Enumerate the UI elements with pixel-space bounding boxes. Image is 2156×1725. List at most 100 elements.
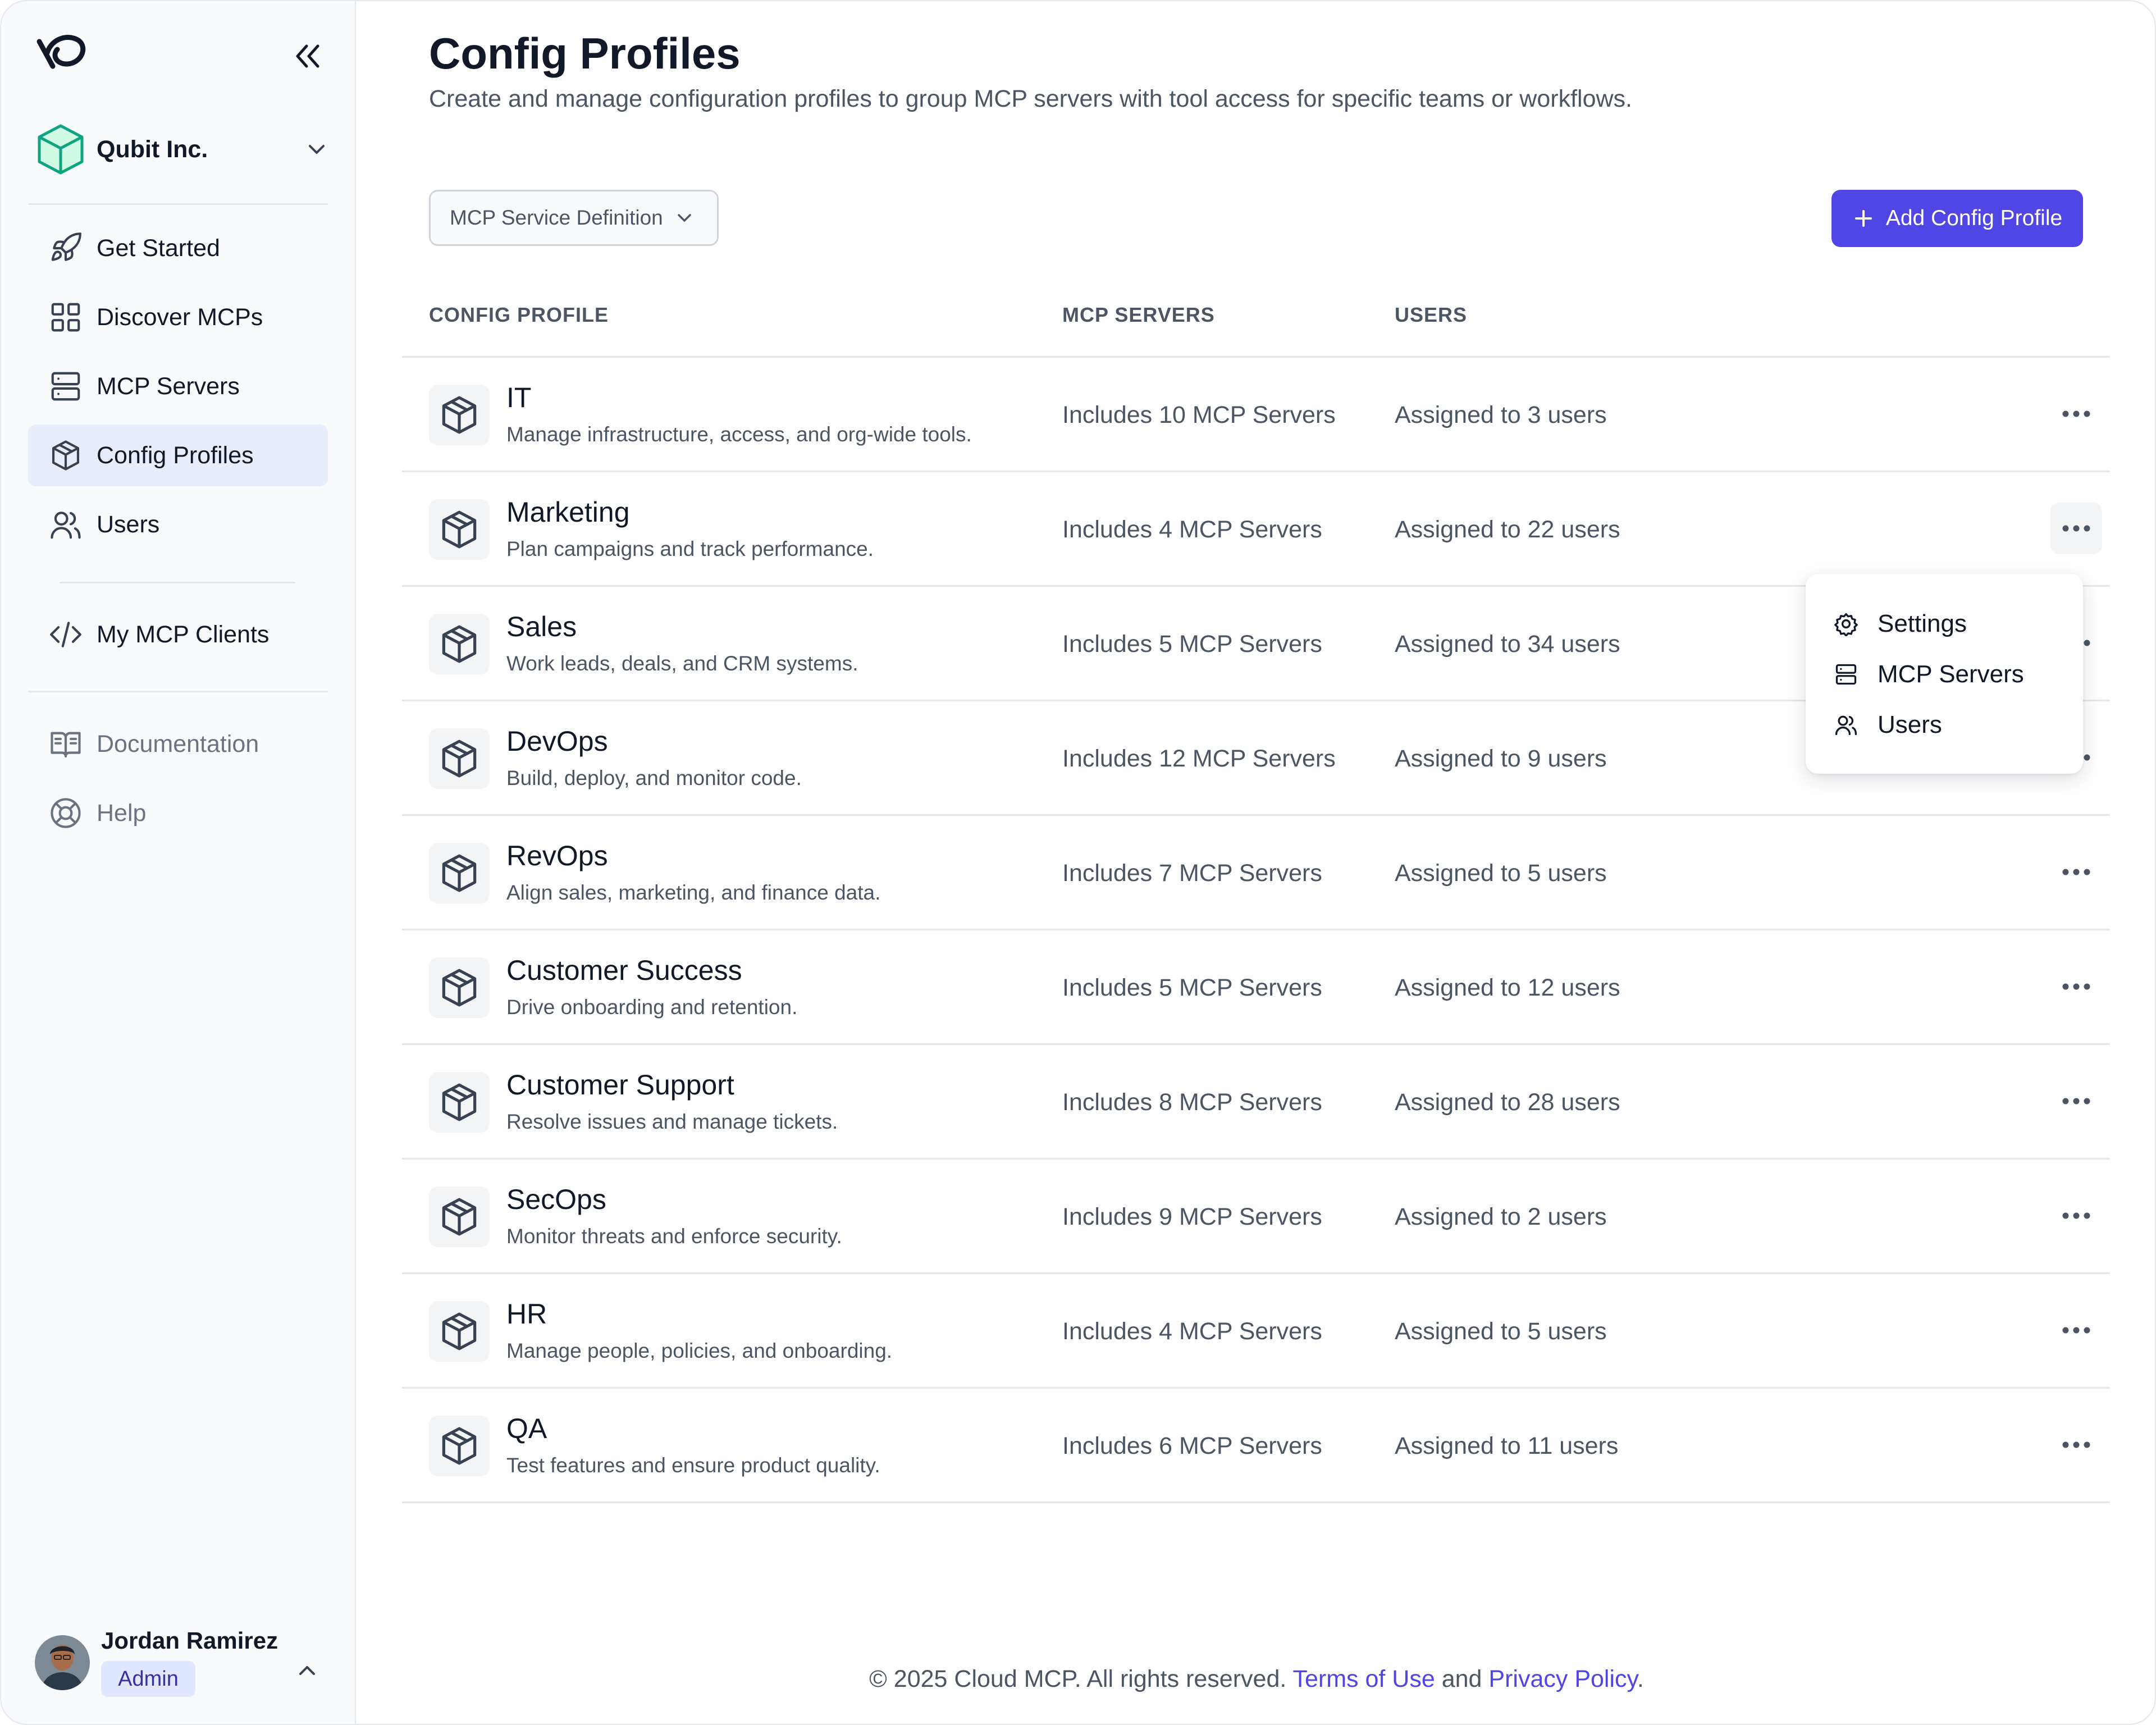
profile-name: Marketing (506, 496, 630, 528)
profile-name: IT (506, 382, 532, 413)
users-count: Assigned to 2 users (1395, 1203, 1607, 1230)
more-horizontal-icon (2062, 1212, 2091, 1220)
package-icon (429, 614, 490, 674)
more-horizontal-icon (2062, 410, 2091, 418)
more-actions-button[interactable] (2050, 1190, 2102, 1242)
server-icon (1835, 664, 1857, 685)
table-row[interactable]: Customer Support Resolve issues and manag… (402, 1043, 2110, 1158)
user-name: Jordan Ramirez (101, 1627, 278, 1654)
users-count: Assigned to 5 users (1395, 1318, 1607, 1345)
menu-item-label: Settings (1878, 610, 1967, 637)
sidebar-item-discover-mcps[interactable]: Discover MCPs (28, 286, 328, 348)
chevron-down-icon (309, 145, 325, 154)
mcp-servers-count: Includes 9 MCP Servers (1062, 1203, 1322, 1230)
avatar-image (35, 1635, 90, 1690)
sidebar-item-label: Discover MCPs (97, 303, 263, 331)
menu-item-label: MCP Servers (1878, 660, 2024, 688)
profile-description: Build, deploy, and monitor code. (506, 766, 802, 790)
table-row[interactable]: IT Manage infrastructure, access, and org… (402, 356, 2110, 471)
mcp-service-definition-dropdown[interactable]: MCP Service Definition (429, 190, 719, 246)
package-icon (429, 1301, 490, 1362)
users-count: Assigned to 34 users (1395, 631, 1620, 658)
more-actions-button[interactable] (2050, 503, 2102, 554)
sidebar-nav-tertiary: Documentation Help (28, 713, 328, 851)
collapse-sidebar-icon[interactable] (290, 40, 326, 72)
more-actions-button[interactable] (2050, 388, 2102, 440)
mcp-servers-count: Includes 8 MCP Servers (1062, 1089, 1322, 1116)
menu-item-users[interactable]: Users (1834, 700, 2070, 750)
mcp-servers-count: Includes 10 MCP Servers (1062, 401, 1336, 428)
more-horizontal-icon (2062, 868, 2091, 876)
mcp-servers-count: Includes 4 MCP Servers (1062, 516, 1322, 543)
sidebar-item-label: Users (97, 510, 160, 538)
package-icon (429, 385, 490, 445)
add-button-label: Add Config Profile (1885, 206, 2063, 230)
server-icon (51, 372, 80, 401)
sidebar-item-label: Get Started (97, 234, 220, 262)
sidebar-nav-secondary: My MCP Clients (28, 604, 328, 673)
privacy-policy-link[interactable]: Privacy Policy (1488, 1665, 1637, 1692)
users-icon (1835, 715, 1857, 736)
column-header-mcp-servers[interactable]: MCP SERVERS (1062, 303, 1215, 327)
mcp-servers-count: Includes 12 MCP Servers (1062, 745, 1336, 772)
config-profiles-table: IT Manage infrastructure, access, and org… (402, 356, 2110, 1503)
profile-name: SecOps (506, 1184, 606, 1215)
sidebar-divider (28, 203, 328, 205)
chevron-down-icon (678, 214, 691, 222)
chevron-up-icon[interactable] (294, 1658, 320, 1683)
menu-item-label: Users (1878, 711, 1942, 738)
more-actions-button[interactable] (2050, 1304, 2102, 1356)
table-row[interactable]: HR Manage people, policies, and onboardin… (402, 1272, 2110, 1387)
column-header-config-profile[interactable]: CONFIG PROFILE (429, 303, 609, 327)
row-actions-menu: Settings MCP Servers Users (1806, 574, 2083, 774)
users-count: Assigned to 22 users (1395, 516, 1620, 543)
users-count: Assigned to 5 users (1395, 860, 1607, 887)
add-config-profile-button[interactable]: Add Config Profile (1831, 190, 2083, 247)
app-window: Qubit Inc. Get Started Discover MCPs MCP… (0, 0, 2156, 1725)
menu-item-mcp-servers[interactable]: MCP Servers (1834, 649, 2070, 700)
terms-of-use-link[interactable]: Terms of Use (1292, 1665, 1435, 1692)
sidebar-item-label: Help (97, 799, 147, 827)
more-actions-button[interactable] (2050, 1419, 2102, 1471)
package-icon (429, 728, 490, 789)
org-switcher[interactable]: Qubit Inc. (36, 121, 329, 177)
more-actions-button[interactable] (2050, 1075, 2102, 1127)
profile-description: Work leads, deals, and CRM systems. (506, 652, 858, 675)
profile-description: Manage infrastructure, access, and org-w… (506, 423, 972, 446)
more-actions-button[interactable] (2050, 846, 2102, 898)
footer-and-text: and (1441, 1665, 1482, 1692)
app-logo-icon[interactable] (35, 30, 89, 75)
menu-item-settings[interactable]: Settings (1834, 599, 2070, 649)
table-row[interactable]: SecOps Monitor threats and enforce securi… (402, 1158, 2110, 1272)
gear-icon (1834, 613, 1858, 636)
more-actions-button[interactable] (2050, 961, 2102, 1012)
more-horizontal-icon (2062, 1326, 2091, 1334)
profile-name: Sales (506, 611, 577, 642)
sidebar-item-get-started[interactable]: Get Started (28, 217, 328, 279)
sidebar-item-documentation[interactable]: Documentation (28, 713, 328, 775)
lifebuoy-icon (51, 798, 81, 828)
package-icon (429, 1186, 490, 1247)
profile-name: RevOps (506, 840, 608, 871)
table-row[interactable]: Marketing Plan campaigns and track perfor… (402, 471, 2110, 585)
sidebar-item-config-profiles[interactable]: Config Profiles (28, 425, 328, 486)
sidebar-item-my-mcp-clients[interactable]: My MCP Clients (28, 604, 328, 665)
users-count: Assigned to 28 users (1395, 1089, 1620, 1116)
table-row[interactable]: RevOps Align sales, marketing, and financ… (402, 814, 2110, 929)
profile-description: Monitor threats and enforce security. (506, 1225, 842, 1248)
sidebar-item-mcp-servers[interactable]: MCP Servers (28, 355, 328, 417)
rocket-icon (51, 232, 81, 261)
table-row[interactable]: QA Test features and ensure product quali… (402, 1387, 2110, 1502)
sidebar-item-users[interactable]: Users (28, 494, 328, 555)
profile-description: Test features and ensure product quality… (506, 1454, 880, 1477)
sidebar-item-help[interactable]: Help (28, 782, 328, 844)
page-title: Config Profiles (429, 29, 741, 78)
column-header-users[interactable]: USERS (1395, 303, 1467, 327)
profile-name: Customer Support (506, 1069, 734, 1101)
mcp-servers-count: Includes 4 MCP Servers (1062, 1318, 1322, 1345)
avatar[interactable] (35, 1635, 90, 1690)
sidebar-item-label: Config Profiles (97, 441, 254, 469)
package-icon (429, 843, 490, 903)
sidebar-item-label: My MCP Clients (97, 620, 270, 648)
table-row[interactable]: Customer Success Drive onboarding and ret… (402, 929, 2110, 1043)
